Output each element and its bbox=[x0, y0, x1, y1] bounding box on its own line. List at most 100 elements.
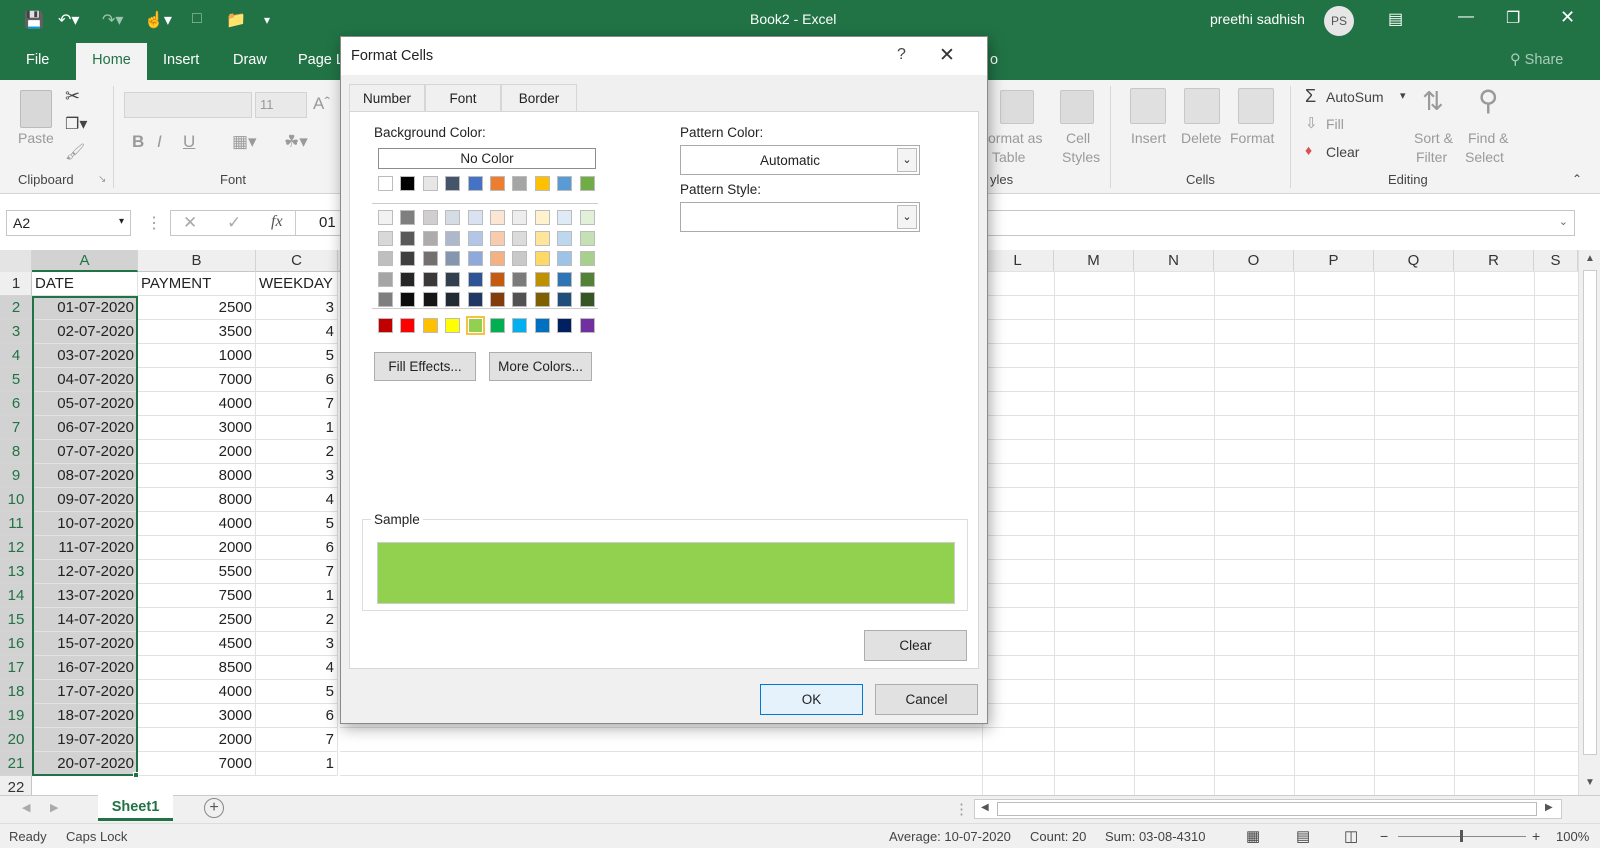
row-header[interactable]: 15 bbox=[0, 608, 32, 632]
table-cell[interactable]: 15-07-2020 bbox=[32, 632, 138, 656]
prev-sheet-icon[interactable]: ◀ bbox=[22, 801, 30, 814]
underline-icon[interactable]: U bbox=[183, 132, 195, 152]
color-swatch[interactable] bbox=[378, 230, 393, 246]
vertical-scroll-thumb[interactable] bbox=[1583, 270, 1597, 755]
color-swatch[interactable] bbox=[579, 176, 595, 191]
table-cell[interactable]: 13-07-2020 bbox=[32, 584, 138, 608]
horizontal-scrollbar[interactable]: ◀ ▶ bbox=[974, 799, 1562, 819]
column-header-q[interactable]: Q bbox=[1374, 250, 1454, 272]
color-swatch[interactable] bbox=[445, 230, 461, 246]
header-cell[interactable]: DATE bbox=[32, 272, 138, 296]
delete-cells-icon[interactable] bbox=[1184, 88, 1220, 124]
format-painter-icon[interactable]: 🖌 bbox=[65, 142, 85, 162]
color-swatch[interactable] bbox=[557, 271, 573, 287]
select-all-corner[interactable] bbox=[0, 250, 32, 272]
avatar[interactable]: PS bbox=[1324, 6, 1354, 36]
font-size-dropdown[interactable]: 11 bbox=[255, 92, 307, 118]
chevron-down-icon[interactable]: ⌄ bbox=[897, 148, 917, 172]
color-swatch[interactable] bbox=[534, 176, 550, 191]
color-swatch[interactable] bbox=[557, 318, 573, 333]
table-cell[interactable]: 14-07-2020 bbox=[32, 608, 138, 632]
table-cell[interactable]: 01-07-2020 bbox=[32, 296, 138, 320]
header-cell[interactable]: PAYMENT bbox=[138, 272, 256, 296]
table-cell[interactable]: 3 bbox=[256, 296, 338, 320]
increase-font-icon[interactable]: Aˆ bbox=[313, 94, 330, 114]
table-cell[interactable]: 2 bbox=[256, 608, 338, 632]
table-cell[interactable]: 2500 bbox=[138, 608, 256, 632]
collapse-ribbon-icon[interactable]: ⌃ bbox=[1572, 172, 1582, 186]
autosum-icon[interactable]: Σ bbox=[1305, 86, 1316, 107]
color-swatch[interactable] bbox=[467, 230, 483, 246]
scroll-left-icon[interactable]: ◀ bbox=[981, 802, 989, 813]
table-cell[interactable]: 1 bbox=[256, 584, 338, 608]
table-cell[interactable]: 3500 bbox=[138, 320, 256, 344]
row-header[interactable]: 11 bbox=[0, 512, 32, 536]
column-header-m[interactable]: M bbox=[1054, 250, 1134, 272]
table-cell[interactable]: 7 bbox=[256, 392, 338, 416]
color-swatch[interactable] bbox=[400, 271, 416, 287]
color-swatch[interactable] bbox=[579, 318, 595, 333]
column-header-l[interactable]: L bbox=[982, 250, 1054, 272]
ribbon-display-icon[interactable]: ▤ bbox=[1388, 9, 1403, 29]
table-cell[interactable]: 5500 bbox=[138, 560, 256, 584]
column-header-next[interactable]: S bbox=[1534, 250, 1578, 272]
color-swatch[interactable] bbox=[512, 230, 528, 246]
color-swatch[interactable] bbox=[422, 318, 438, 333]
color-swatch[interactable] bbox=[534, 251, 550, 266]
add-sheet-icon[interactable]: + bbox=[204, 798, 224, 818]
table-cell[interactable]: 12-07-2020 bbox=[32, 560, 138, 584]
table-cell[interactable]: 2000 bbox=[138, 536, 256, 560]
color-swatch[interactable] bbox=[579, 251, 595, 266]
clear-label[interactable]: Clear bbox=[1326, 144, 1359, 160]
page-break-view-icon[interactable]: ◫ bbox=[1344, 827, 1358, 845]
table-cell[interactable]: 3 bbox=[256, 632, 338, 656]
cell-styles-icon[interactable] bbox=[1060, 90, 1094, 124]
format-cells-icon[interactable] bbox=[1238, 88, 1274, 124]
page-layout-view-icon[interactable]: ▤ bbox=[1296, 827, 1310, 845]
color-swatch[interactable] bbox=[378, 318, 393, 333]
color-swatch[interactable] bbox=[534, 230, 550, 246]
fill-icon[interactable]: ⇩ bbox=[1305, 114, 1318, 132]
color-swatch[interactable] bbox=[400, 230, 416, 246]
color-swatch[interactable] bbox=[579, 271, 595, 287]
tab-draw[interactable]: Draw bbox=[233, 52, 267, 68]
table-cell[interactable]: 3000 bbox=[138, 704, 256, 728]
table-cell[interactable]: 04-07-2020 bbox=[32, 368, 138, 392]
color-swatch[interactable] bbox=[512, 176, 528, 191]
table-cell[interactable]: 2000 bbox=[138, 728, 256, 752]
table-cell[interactable]: 06-07-2020 bbox=[32, 416, 138, 440]
table-cell[interactable]: 5 bbox=[256, 680, 338, 704]
table-cell[interactable]: 8500 bbox=[138, 656, 256, 680]
color-swatch[interactable] bbox=[400, 176, 416, 191]
color-swatch[interactable] bbox=[400, 318, 416, 333]
table-cell[interactable]: 7 bbox=[256, 728, 338, 752]
table-cell[interactable]: 20-07-2020 bbox=[32, 752, 138, 776]
table-cell[interactable]: 8000 bbox=[138, 488, 256, 512]
color-swatch[interactable] bbox=[422, 251, 438, 266]
sheet-tab-sheet1[interactable]: Sheet1 bbox=[98, 795, 173, 821]
zoom-level[interactable]: 100% bbox=[1556, 829, 1589, 844]
more-colors-button[interactable]: More Colors... bbox=[489, 352, 592, 381]
table-cell[interactable]: 05-07-2020 bbox=[32, 392, 138, 416]
column-header-b[interactable]: B bbox=[138, 250, 256, 272]
row-header[interactable]: 20 bbox=[0, 728, 32, 752]
table-cell[interactable]: 1 bbox=[256, 752, 338, 776]
row-header[interactable]: 16 bbox=[0, 632, 32, 656]
cut-icon[interactable]: ✂ bbox=[65, 86, 80, 107]
color-swatch[interactable] bbox=[445, 210, 461, 225]
table-cell[interactable]: 4 bbox=[256, 488, 338, 512]
color-swatch[interactable] bbox=[445, 271, 461, 287]
color-swatch[interactable] bbox=[445, 292, 461, 307]
undo-icon[interactable]: ↶▾ bbox=[58, 10, 79, 30]
color-swatch[interactable] bbox=[445, 318, 461, 333]
table-cell[interactable]: 6 bbox=[256, 368, 338, 392]
table-cell[interactable]: 02-07-2020 bbox=[32, 320, 138, 344]
pattern-color-dropdown[interactable]: Automatic ⌄ bbox=[680, 145, 920, 175]
color-swatch[interactable] bbox=[490, 292, 505, 307]
row-header[interactable]: 4 bbox=[0, 344, 32, 368]
table-cell[interactable]: 7000 bbox=[138, 368, 256, 392]
table-cell[interactable]: 1000 bbox=[138, 344, 256, 368]
table-cell[interactable]: 7500 bbox=[138, 584, 256, 608]
color-swatch[interactable] bbox=[490, 210, 505, 225]
share-button[interactable]: ⚲ Share bbox=[1510, 52, 1563, 68]
